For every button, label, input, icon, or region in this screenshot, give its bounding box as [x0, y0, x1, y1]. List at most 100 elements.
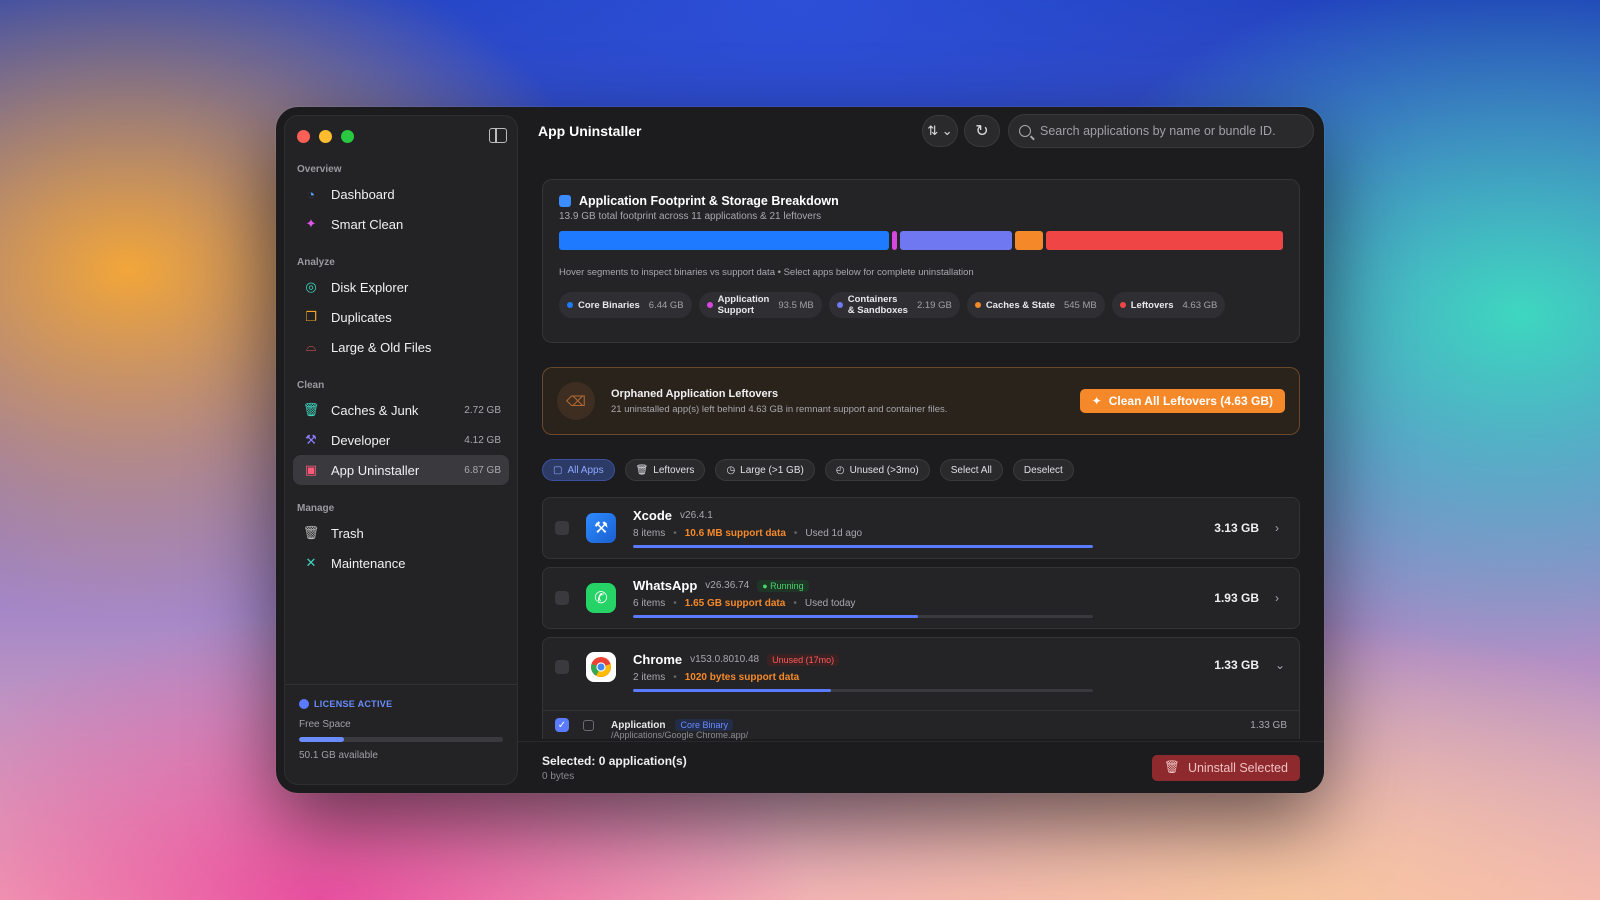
app-support-data: 1020 bytes support data	[684, 672, 800, 683]
app-checkbox[interactable]	[555, 521, 569, 535]
select-all-button[interactable]: Select All	[939, 459, 1003, 481]
filter-label: All Apps	[567, 464, 604, 476]
legend-chip[interactable]: Core Binaries 6.44 GB	[559, 292, 692, 318]
sidebar-footer: LICENSE ACTIVE Free Space 50.1 GB availa…	[285, 684, 517, 784]
filter-large[interactable]: ◷ Large (>1 GB)	[715, 459, 815, 481]
app-row-xcode[interactable]: ⚒ Xcode v26.4.1 8 items • 10.6 MB suppor…	[542, 497, 1300, 559]
minimize-window-button[interactable]	[319, 130, 332, 143]
filter-bar: ▢ All Apps 🗑 Leftovers ◷ Large (>1 GB) ◴…	[542, 459, 1074, 481]
legend-chip[interactable]: Application Support 93.5 MB	[698, 292, 822, 318]
sidebar-item-developer[interactable]: ⚒ Developer 4.12 GB	[293, 425, 509, 455]
sidebar-item-smart-clean[interactable]: ✦ Smart Clean	[293, 209, 509, 239]
duplicates-icon: ❐	[305, 309, 317, 324]
filter-all-apps[interactable]: ▢ All Apps	[542, 459, 615, 481]
chevron-down-icon[interactable]: ⌄	[1275, 658, 1285, 672]
sidebar-item-duplicates[interactable]: ❐ Duplicates	[293, 302, 509, 332]
sidebar-item-dashboard[interactable]: ◔ Dashboard	[293, 179, 509, 209]
chrome-file-row[interactable]: ✓ Application Core Binary /Applications/…	[542, 711, 1300, 740]
legend-chip[interactable]: Caches & State 545 MB	[966, 292, 1105, 318]
legend-chip[interactable]: Leftovers 4.63 GB	[1111, 292, 1226, 318]
legend-label: Leftovers	[1130, 299, 1174, 311]
storage-segment-caches-state[interactable]	[1014, 231, 1043, 250]
app-info: Xcode v26.4.1 8 items • 10.6 MB support …	[633, 508, 1214, 548]
clean-all-leftovers-button[interactable]: ✦ Clean All Leftovers (4.63 GB)	[1079, 389, 1285, 413]
storage-segment-leftovers[interactable]	[1045, 231, 1283, 250]
app-size-bar	[633, 545, 1093, 548]
search-box[interactable]	[1008, 114, 1314, 148]
chevron-right-icon[interactable]: ›	[1275, 521, 1285, 535]
sidebar-item-large-old-files[interactable]: ⌓ Large & Old Files	[293, 332, 509, 362]
file-checkbox[interactable]: ✓	[555, 718, 569, 732]
zoom-window-button[interactable]	[341, 130, 354, 143]
app-items: 8 items	[633, 528, 666, 539]
sidebar-item-label: Maintenance	[331, 555, 406, 571]
legend-value: 545 MB	[1063, 299, 1097, 311]
app-window: Overview ◔ Dashboard ✦ Smart Clean Analy…	[276, 107, 1324, 793]
legend-value: 93.5 MB	[778, 299, 814, 311]
sidebar-item-caches-junk[interactable]: 🗑 Caches & Junk 2.72 GB	[293, 395, 509, 425]
sidebar-item-maintenance[interactable]: ✕ Maintenance	[293, 548, 509, 578]
footprint-title: Application Footprint & Storage Breakdow…	[559, 194, 1283, 208]
legend-label: Application Support	[717, 294, 770, 316]
close-window-button[interactable]	[297, 130, 310, 143]
app-size-bar	[633, 689, 1093, 692]
app-row-chrome[interactable]: Chrome v153.0.8010.48 Unused (17mo) 2 it…	[542, 637, 1300, 711]
app-name: Chrome	[633, 652, 683, 667]
orphan-title: Orphaned Application Leftovers	[611, 387, 779, 400]
sidebar-item-trash[interactable]: 🗑 Trash	[293, 518, 509, 548]
sidebar-item-badge: 4.12 GB	[464, 434, 501, 446]
legend-chip[interactable]: Containers & Sandboxes 2.19 GB	[828, 292, 960, 318]
app-info: Chrome v153.0.8010.48 Unused (17mo) 2 it…	[633, 652, 1214, 692]
xcode-app-icon: ⚒	[586, 513, 616, 543]
sort-button[interactable]: ⇅ ⌄	[922, 115, 958, 147]
orphan-leftovers-card: ⌫ Orphaned Application Leftovers 21 unin…	[542, 367, 1300, 435]
search-icon	[1019, 125, 1031, 137]
filter-label: Leftovers	[653, 464, 695, 476]
app-checkbox[interactable]	[555, 660, 569, 674]
file-label: Application	[611, 719, 666, 731]
filter-leftovers[interactable]: 🗑 Leftovers	[624, 459, 706, 481]
traffic-lights	[285, 116, 517, 156]
app-last-used: Used today	[804, 598, 856, 609]
app-info: WhatsApp v26.36.74 ● Running 6 items • 1…	[633, 578, 1214, 618]
sidebar-toggle-icon[interactable]	[489, 128, 507, 143]
sidebar-item-label: Trash	[331, 525, 364, 541]
sidebar-item-disk-explorer[interactable]: ◎ Disk Explorer	[293, 272, 509, 302]
search-input[interactable]	[1040, 124, 1303, 138]
file-select-checkbox[interactable]	[583, 719, 594, 731]
legend-dot	[836, 302, 843, 308]
sidebar: Overview ◔ Dashboard ✦ Smart Clean Analy…	[284, 115, 518, 785]
app-last-used: Used 1d ago	[805, 528, 863, 539]
storage-segment-containers-sandboxes[interactable]	[899, 231, 1012, 250]
trash-icon: 🗑	[1164, 760, 1180, 774]
legend-label: Caches & State	[985, 299, 1055, 311]
sidebar-item-app-uninstaller[interactable]: ▣ App Uninstaller 6.87 GB	[293, 455, 509, 485]
app-support-data: 10.6 MB support data	[684, 528, 786, 539]
legend-label: Core Binaries	[578, 299, 640, 311]
filter-unused[interactable]: ◴ Unused (>3mo)	[824, 459, 930, 481]
app-row-whatsapp[interactable]: ✆ WhatsApp v26.36.74 ● Running 6 items •…	[542, 567, 1300, 629]
app-size: 1.93 GB	[1214, 591, 1259, 605]
trash-icon: 🗑	[635, 464, 649, 476]
refresh-button[interactable]: ↻	[964, 115, 1000, 147]
clean-all-leftovers-label: Clean All Leftovers (4.63 GB)	[1108, 394, 1273, 408]
sidebar-item-label: Disk Explorer	[331, 279, 409, 295]
storage-segment-application-support[interactable]	[891, 231, 897, 250]
section-title-overview: Overview	[297, 164, 342, 175]
uninstall-selected-button[interactable]: 🗑 Uninstall Selected	[1152, 754, 1300, 781]
chevron-right-icon[interactable]: ›	[1275, 591, 1285, 605]
storage-segment-core-binaries[interactable]	[559, 231, 889, 250]
trash-icon: 🗑	[302, 525, 320, 540]
app-checkbox[interactable]	[555, 591, 569, 605]
app-remove-icon: ▣	[304, 462, 318, 477]
app-size-bar-fill	[633, 545, 1093, 548]
sidebar-item-badge: 2.72 GB	[464, 404, 501, 416]
sidebar-item-label: Duplicates	[331, 309, 392, 325]
sidebar-item-label: App Uninstaller	[331, 462, 420, 478]
filter-label: Unused (>3mo)	[849, 464, 919, 476]
gauge-icon: ◷	[726, 464, 736, 476]
free-space-bar	[299, 737, 503, 742]
legend-value: 6.44 GB	[648, 299, 684, 311]
deselect-button[interactable]: Deselect	[1012, 459, 1074, 481]
separator-dot: •	[673, 528, 677, 539]
